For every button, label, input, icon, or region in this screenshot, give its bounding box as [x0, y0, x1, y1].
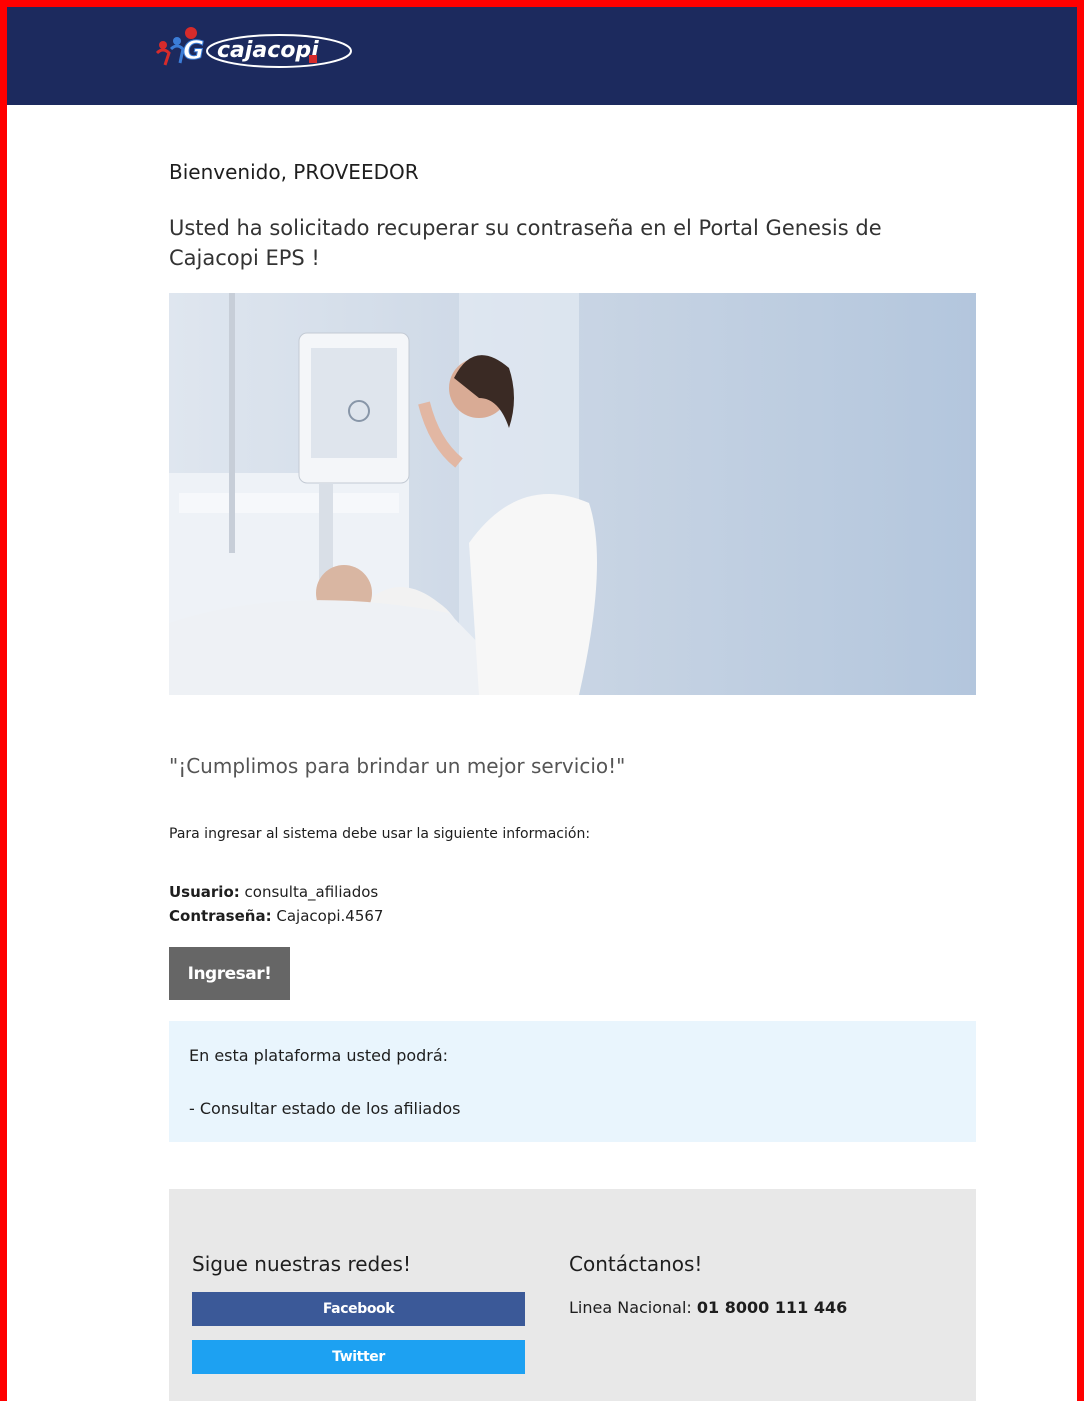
- cajacopi-logo: G cajacopi: [155, 27, 352, 68]
- email-header: G cajacopi: [7, 7, 1077, 105]
- user-row: Usuario: consulta_afiliados: [169, 880, 383, 904]
- slogan: "¡Cumplimos para brindar un mejor servic…: [169, 754, 626, 778]
- greeting: Bienvenido, PROVEEDOR: [169, 160, 419, 184]
- user-value: consulta_afiliados: [244, 883, 379, 901]
- instructions-text: Para ingresar al sistema debe usar la si…: [169, 826, 591, 842]
- login-button[interactable]: Ingresar!: [169, 947, 290, 1000]
- info-title: En esta plataforma usted podrá:: [189, 1046, 449, 1065]
- credentials: Usuario: consulta_afiliados Contraseña: …: [169, 880, 383, 928]
- password-label: Contraseña:: [169, 907, 272, 925]
- intro-text: Usted ha solicitado recuperar su contras…: [169, 216, 882, 270]
- phone-number[interactable]: 01 8000 111 446: [697, 1298, 847, 1317]
- email-footer: Sigue nuestras redes! Facebook Twitter C…: [169, 1189, 976, 1401]
- social-title: Sigue nuestras redes!: [192, 1252, 411, 1276]
- twitter-button[interactable]: Twitter: [192, 1340, 525, 1374]
- user-label: Usuario:: [169, 883, 240, 901]
- phone-line: Linea Nacional: 01 8000 111 446: [569, 1298, 847, 1317]
- password-row: Contraseña: Cajacopi.4567: [169, 904, 383, 928]
- info-item: - Consultar estado de los afiliados: [189, 1099, 461, 1118]
- logo-initial: G: [183, 36, 204, 66]
- logo-wordmark: cajacopi: [217, 38, 319, 63]
- contact-title: Contáctanos!: [569, 1252, 703, 1276]
- facebook-button[interactable]: Facebook: [192, 1292, 525, 1326]
- hero-image: [169, 293, 976, 695]
- password-value: Cajacopi.4567: [276, 907, 384, 925]
- phone-label: Linea Nacional:: [569, 1298, 692, 1317]
- info-box: En esta plataforma usted podrá: - Consul…: [169, 1021, 976, 1142]
